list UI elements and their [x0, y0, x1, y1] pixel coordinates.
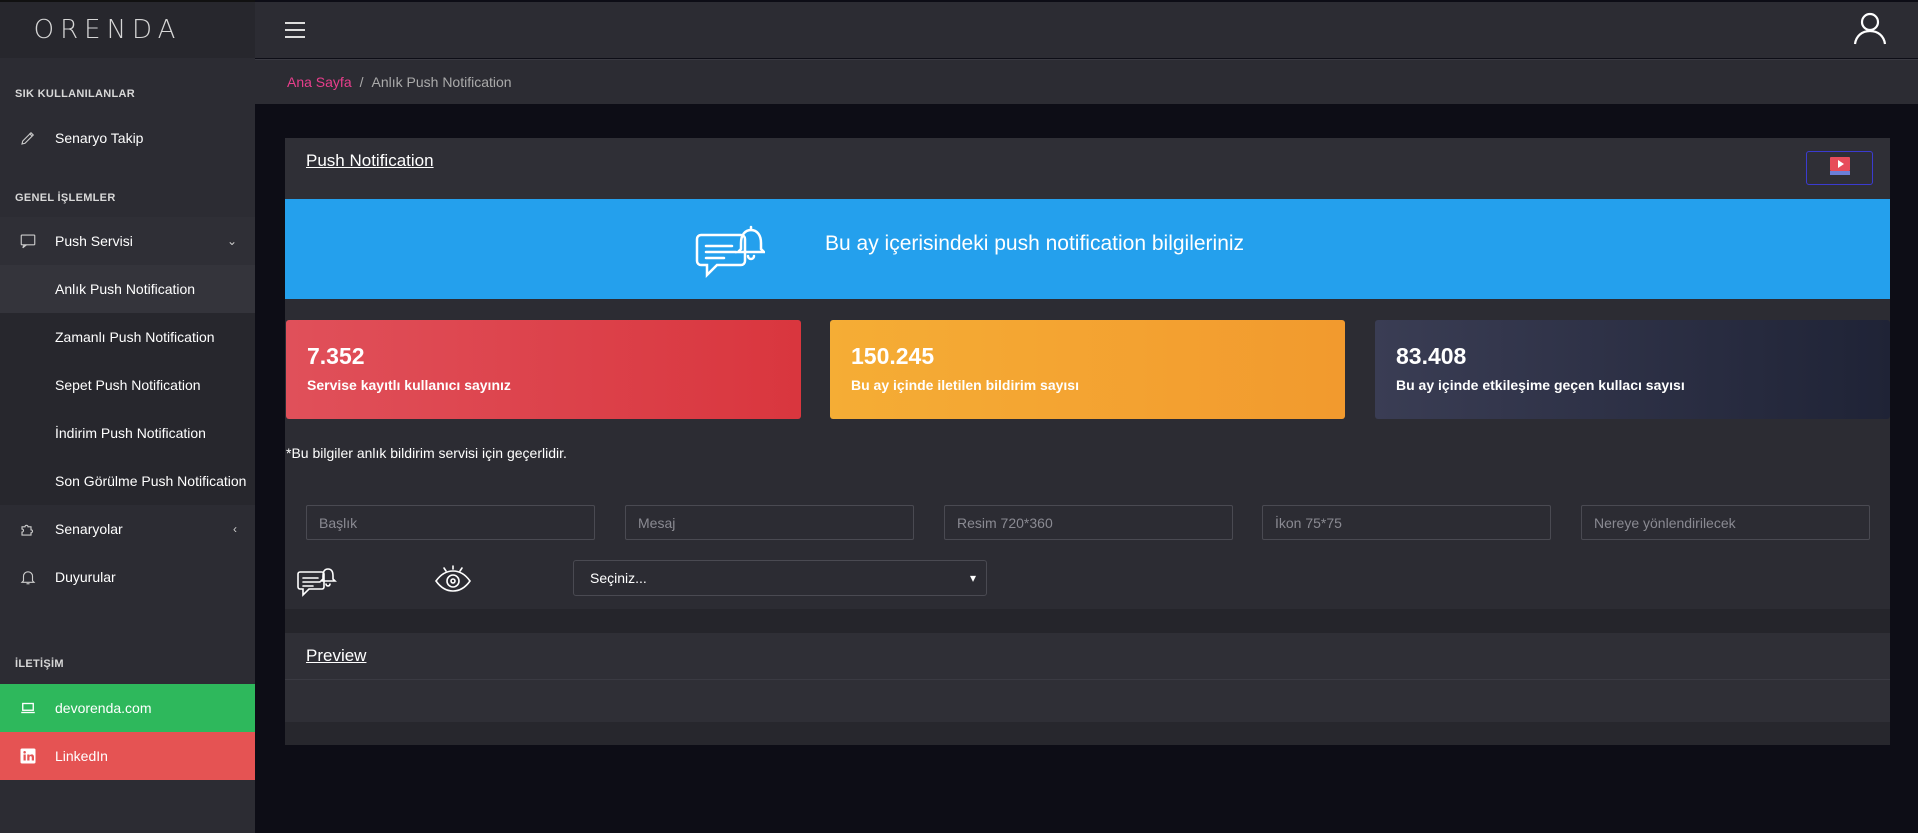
- contact-linkedin[interactable]: LinkedIn: [0, 732, 255, 780]
- logo-text: ORENDA: [33, 15, 182, 45]
- stat-label: Bu ay içinde etkileşime geçen kullacı sa…: [1396, 377, 1685, 393]
- video-tutorial-button[interactable]: [1806, 151, 1873, 185]
- preview-header: Preview: [285, 633, 1890, 680]
- stat-label: Servise kayıtlı kullanıcı sayınız: [307, 377, 511, 393]
- chevron-down-icon: ▾: [969, 571, 976, 585]
- pencil-icon: [0, 129, 55, 147]
- chevron-down-icon: ⌄: [226, 234, 237, 248]
- sidebar-item-label: Push Servisi: [55, 233, 133, 249]
- select-value: Seçiniz...: [590, 570, 647, 586]
- card-title: Push Notification: [306, 151, 434, 170]
- sidebar-item-push-service[interactable]: Push Servisi ⌄: [0, 217, 255, 265]
- stat-registered-users: 7.352 Servise kayıtlı kullanıcı sayınız: [286, 320, 801, 419]
- stat-label: Bu ay içinde iletilen bildirim sayısı: [851, 377, 1079, 393]
- preview-footer: [285, 722, 1890, 745]
- sidebar-item-announcements[interactable]: Duyurular: [0, 553, 255, 601]
- chat-icon: [0, 232, 55, 250]
- contact-label: devorenda.com: [55, 700, 152, 716]
- section-heading-general: GENEL İŞLEMLER: [15, 192, 116, 204]
- section-heading-frequent: SIK KULLANILANLAR: [15, 88, 135, 100]
- image-input[interactable]: [944, 505, 1233, 540]
- preview-body: [285, 680, 1890, 722]
- push-notification-card: Push Notification Bu ay içerisindeki pus…: [285, 138, 1890, 745]
- sidebar-subitem-last-seen-push[interactable]: Son Görülme Push Notification: [0, 457, 255, 505]
- contact-website[interactable]: devorenda.com: [0, 684, 255, 732]
- breadcrumb-home-link[interactable]: Ana Sayfa: [287, 74, 352, 90]
- hamburger-menu-icon[interactable]: [285, 22, 305, 38]
- icon-input[interactable]: [1262, 505, 1551, 540]
- sidebar-subitem-scheduled-push[interactable]: Zamanlı Push Notification: [0, 313, 255, 361]
- contact-label: LinkedIn: [55, 748, 108, 764]
- chat-bell-icon: [695, 219, 768, 281]
- stat-value: 150.245: [851, 343, 935, 369]
- user-account-icon[interactable]: [1852, 10, 1888, 46]
- send-notification-icon[interactable]: [297, 563, 337, 599]
- bell-icon: [0, 568, 55, 586]
- stat-value: 7.352: [307, 343, 365, 369]
- redirect-url-input[interactable]: [1581, 505, 1870, 540]
- section-heading-contact: İLETİŞİM: [15, 658, 64, 670]
- preview-title: Preview: [306, 646, 367, 665]
- logo[interactable]: ORENDA: [0, 0, 255, 58]
- breadcrumb-separator: /: [359, 74, 364, 90]
- stat-value: 83.408: [1396, 343, 1467, 369]
- info-note: *Bu bilgiler anlık bildirim servisi için…: [286, 445, 567, 461]
- section-separator: [285, 609, 1890, 633]
- sidebar-subitem-discount-push[interactable]: İndirim Push Notification: [0, 409, 255, 457]
- sidebar: ORENDA SIK KULLANILANLAR Senaryo Takip G…: [0, 0, 255, 833]
- video-icon: [1829, 156, 1851, 181]
- stat-sent-notifications: 150.245 Bu ay içinde iletilen bildirim s…: [830, 320, 1345, 419]
- banner-text: Bu ay içerisindeki push notification bil…: [825, 232, 1245, 255]
- breadcrumb-current: Anlık Push Notification: [371, 74, 512, 90]
- info-banner: Bu ay içerisindeki push notification bil…: [285, 199, 1890, 299]
- sidebar-item-label: Duyurular: [55, 569, 116, 585]
- sidebar-subitem-instant-push[interactable]: Anlık Push Notification: [0, 265, 255, 313]
- sidebar-item-label: Senaryolar: [55, 521, 123, 537]
- preview-eye-icon[interactable]: [433, 563, 473, 595]
- sidebar-subitem-cart-push[interactable]: Sepet Push Notification: [0, 361, 255, 409]
- stat-engaged-users: 83.408 Bu ay içinde etkileşime geçen kul…: [1375, 320, 1890, 419]
- message-input[interactable]: [625, 505, 914, 540]
- sidebar-item-label: Senaryo Takip: [55, 130, 144, 146]
- laptop-icon: [0, 699, 55, 717]
- top-bar: [255, 2, 1918, 58]
- card-header: Push Notification: [285, 138, 1890, 199]
- linkedin-icon: [0, 747, 55, 765]
- breadcrumb: Ana Sayfa / Anlık Push Notification: [255, 59, 1918, 104]
- title-input[interactable]: [306, 505, 595, 540]
- chevron-left-icon: ‹: [233, 522, 237, 536]
- sidebar-item-scenario-tracking[interactable]: Senaryo Takip: [0, 114, 255, 162]
- target-select[interactable]: Seçiniz... ▾: [573, 560, 987, 596]
- sidebar-item-scenarios[interactable]: Senaryolar ‹: [0, 505, 255, 553]
- puzzle-icon: [0, 520, 55, 538]
